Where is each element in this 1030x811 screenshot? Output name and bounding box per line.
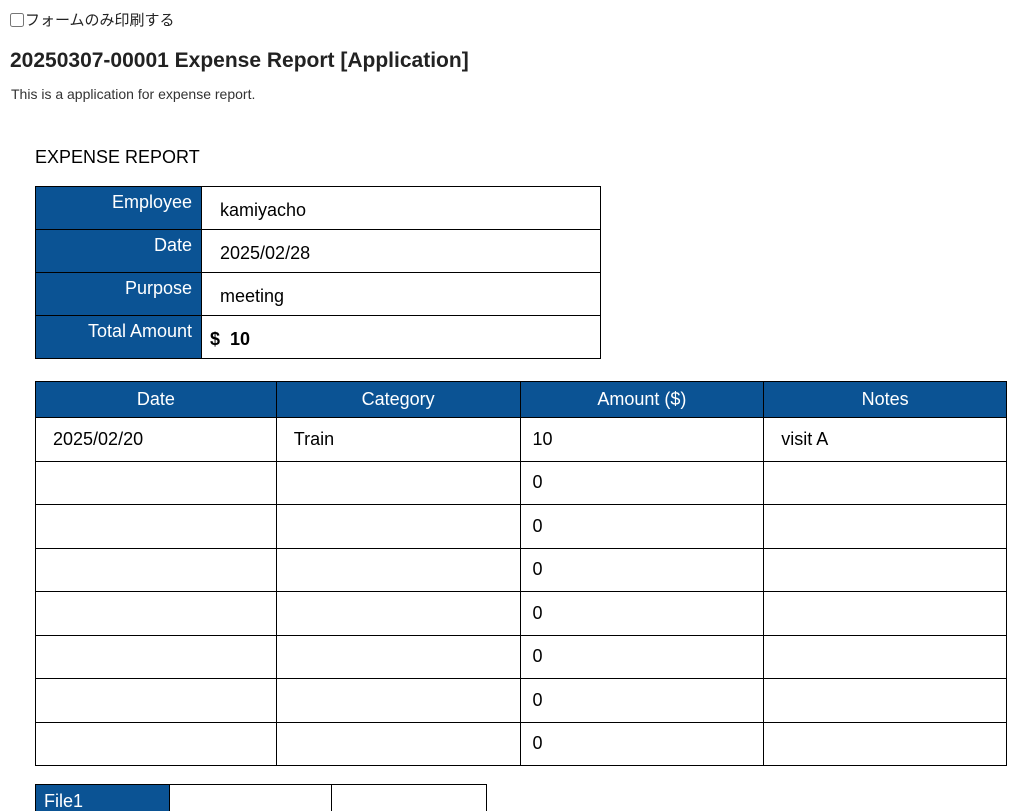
table-row: 0 [35, 460, 1007, 505]
summary-row-total: Total Amount $10 [35, 315, 601, 359]
column-header-date: Date [35, 381, 277, 418]
column-header-amount: Amount ($) [519, 381, 765, 418]
summary-row-date: Date 2025/02/28 [35, 229, 601, 273]
table-row: 2025/02/20 Train 10 visit A [35, 417, 1007, 462]
item-date-cell [35, 634, 277, 679]
table-row: 0 [35, 678, 1007, 723]
item-category-cell [275, 634, 521, 679]
item-date-cell [35, 504, 277, 549]
print-form-only-checkbox[interactable] [10, 12, 24, 27]
table-row: 0 [35, 547, 1007, 592]
items-header-row: Date Category Amount ($) Notes [35, 381, 1007, 418]
item-amount-cell: 0 [519, 591, 765, 636]
item-amount-cell: 0 [519, 678, 765, 723]
file1-cell[interactable] [169, 784, 332, 811]
item-notes-cell [763, 547, 1007, 592]
attachments-table: File1 [35, 784, 487, 811]
item-notes-cell [763, 721, 1007, 766]
employee-label: Employee [35, 186, 202, 230]
item-category-cell [275, 721, 521, 766]
item-notes-cell: visit A [763, 417, 1007, 462]
item-notes-cell [763, 504, 1007, 549]
summary-row-employee: Employee kamiyacho [35, 186, 601, 230]
column-header-notes: Notes [763, 381, 1007, 418]
item-notes-cell [763, 634, 1007, 679]
date-label: Date [35, 229, 202, 273]
file-row: File1 [35, 784, 487, 811]
print-form-only-label: フォームのみ印刷する [25, 12, 175, 29]
file1-extra-cell [331, 784, 487, 811]
item-date-cell: 2025/02/20 [35, 417, 277, 462]
item-amount-cell: 10 [519, 417, 765, 462]
purpose-label: Purpose [35, 272, 202, 316]
item-category-cell: Train [275, 417, 521, 462]
item-amount-cell: 0 [519, 547, 765, 592]
item-notes-cell [763, 678, 1007, 723]
form-heading: EXPENSE REPORT [35, 147, 200, 167]
item-notes-cell [763, 591, 1007, 636]
summary-table: Employee kamiyacho Date 2025/02/28 Purpo… [35, 186, 601, 359]
table-row: 0 [35, 721, 1007, 766]
item-category-cell [275, 591, 521, 636]
item-amount-cell: 0 [519, 504, 765, 549]
table-row: 0 [35, 504, 1007, 549]
print-form-only-option[interactable]: フォームのみ印刷する [10, 9, 175, 30]
item-amount-cell: 0 [519, 721, 765, 766]
page: フォームのみ印刷する 20250307-00001 Expense Report… [0, 0, 1030, 811]
employee-value: kamiyacho [201, 186, 601, 230]
expense-items-table: Date Category Amount ($) Notes 2025/02/2… [35, 381, 1007, 766]
total-amount-cell: $10 [201, 315, 601, 359]
item-date-cell [35, 721, 277, 766]
item-notes-cell [763, 460, 1007, 505]
item-category-cell [275, 678, 521, 723]
page-title: 20250307-00001 Expense Report [Applicati… [10, 49, 469, 72]
item-amount-cell: 0 [519, 460, 765, 505]
date-value: 2025/02/28 [201, 229, 601, 273]
summary-row-purpose: Purpose meeting [35, 272, 601, 316]
table-row: 0 [35, 591, 1007, 636]
total-amount-value: 10 [230, 328, 251, 349]
total-amount-label: Total Amount [35, 315, 202, 359]
item-date-cell [35, 678, 277, 723]
table-row: 0 [35, 634, 1007, 679]
item-amount-cell: 0 [519, 634, 765, 679]
item-category-cell [275, 547, 521, 592]
item-date-cell [35, 591, 277, 636]
purpose-value: meeting [201, 272, 601, 316]
file1-label: File1 [35, 784, 170, 811]
item-date-cell [35, 547, 277, 592]
item-category-cell [275, 504, 521, 549]
total-currency: $ [210, 328, 221, 349]
column-header-category: Category [275, 381, 521, 418]
page-description: This is a application for expense report… [11, 86, 256, 102]
item-category-cell [275, 460, 521, 505]
item-date-cell [35, 460, 277, 505]
